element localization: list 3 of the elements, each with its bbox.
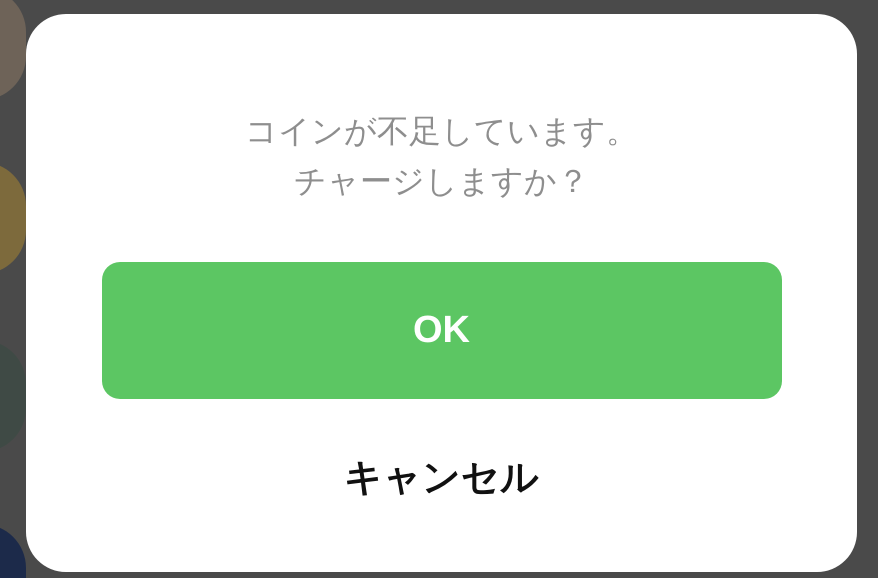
dialog-message: コインが不足しています。	[245, 111, 638, 152]
dialog-message: チャージしますか？	[294, 161, 589, 202]
cancel-button[interactable]: キャンセル	[344, 449, 539, 505]
